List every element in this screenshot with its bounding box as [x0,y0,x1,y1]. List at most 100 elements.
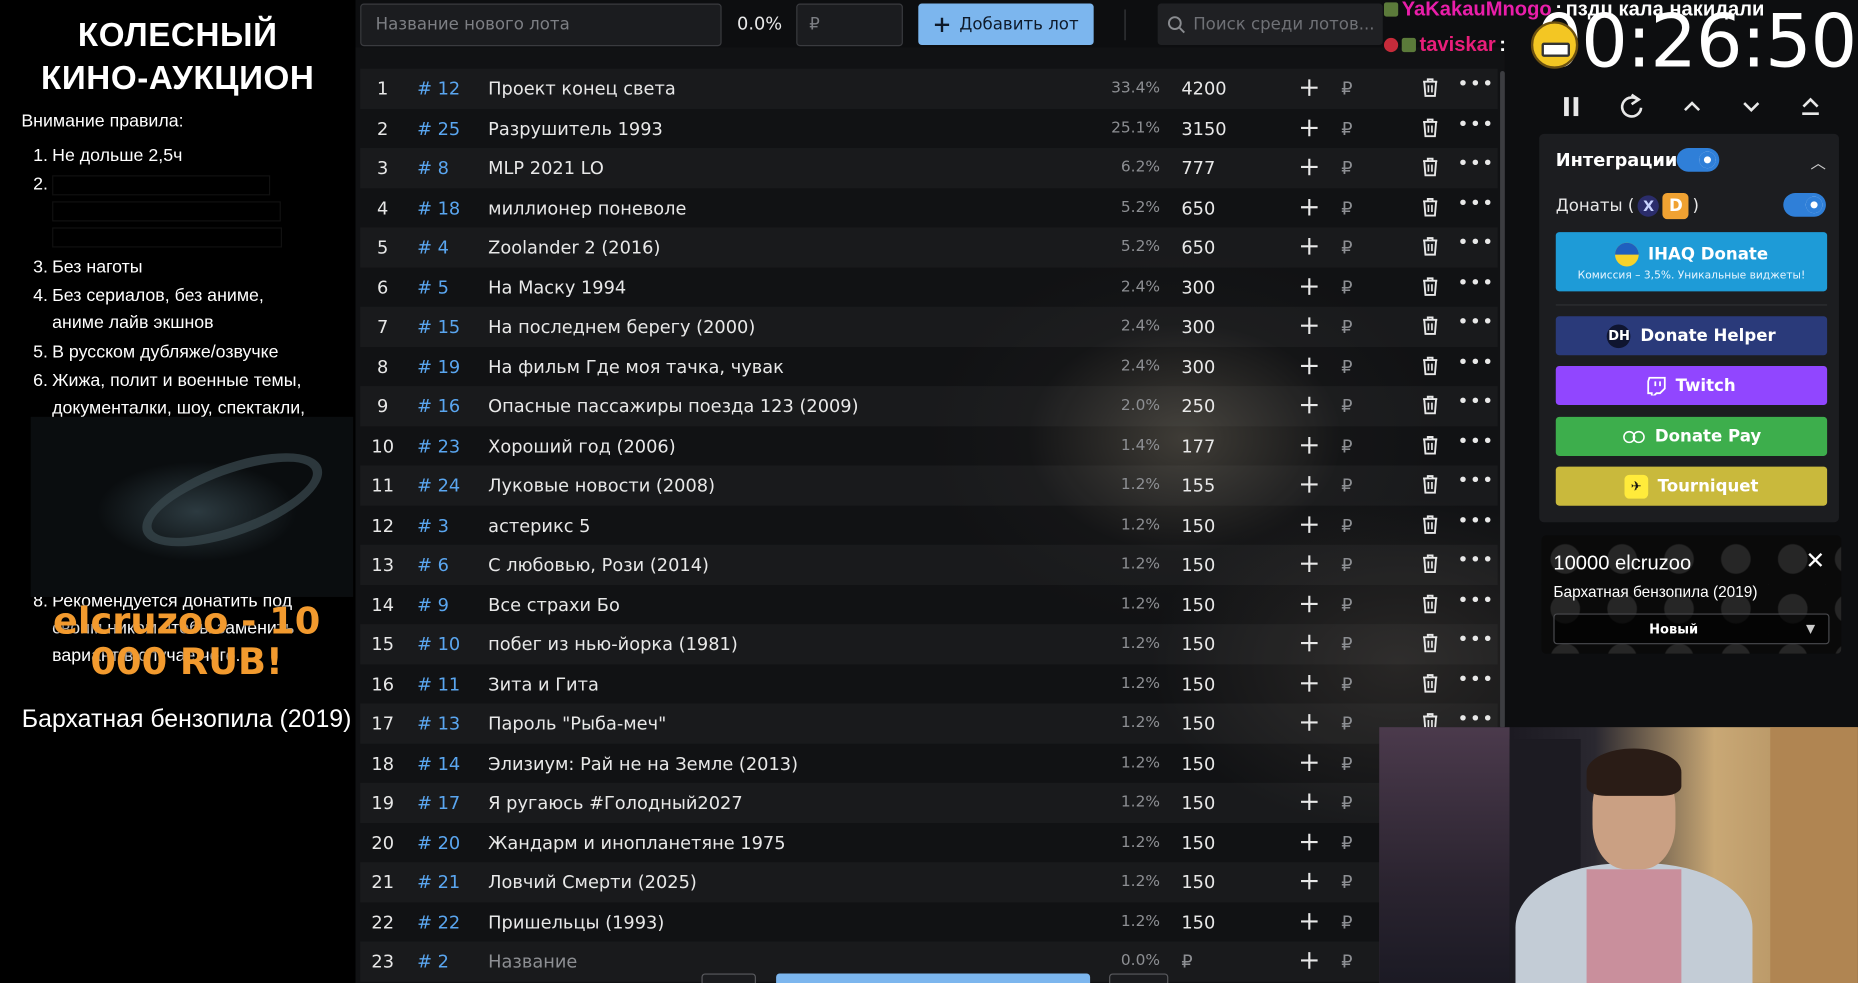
lot-id[interactable]: # 12 [417,78,460,99]
more-options-icon[interactable]: ••• [1457,590,1493,613]
more-options-icon[interactable]: ••• [1457,391,1493,415]
lot-name[interactable]: Пришельцы (1993) [488,911,664,932]
chevron-down-icon[interactable] [1735,90,1768,123]
bottom-button-main[interactable] [776,973,1091,983]
lot-name[interactable]: Жандарм и инопланетяне 1975 [488,832,785,853]
lot-name[interactable]: Все страхи Бо [488,594,620,615]
lot-amount[interactable]: 150 [1181,753,1215,774]
lot-id[interactable]: # 15 [417,316,460,337]
lot-amount[interactable]: 150 [1181,554,1215,575]
lot-amount[interactable]: 150 [1181,594,1215,615]
lot-amount[interactable]: 650 [1181,197,1215,218]
lot-amount[interactable]: 300 [1181,356,1215,377]
lot-amount[interactable]: 150 [1181,713,1215,734]
lot-name[interactable]: Ловчий Смерти (2025) [488,872,697,893]
more-options-icon[interactable]: ••• [1457,153,1493,177]
trash-icon[interactable] [1418,592,1442,616]
lot-name[interactable]: Пароль "Рыба-меч" [488,713,666,734]
search-input[interactable] [1193,14,1383,34]
trash-icon[interactable] [1418,195,1442,219]
lot-amount[interactable]: 650 [1181,237,1215,258]
plus-icon[interactable] [1296,908,1322,934]
lot-name[interactable]: Луковые новости (2008) [488,475,715,496]
plus-icon[interactable] [1296,233,1322,259]
plus-icon[interactable] [1296,75,1322,101]
chevron-up-icon[interactable] [1675,90,1708,123]
lot-name[interactable]: миллионер поневоле [488,197,686,218]
plus-icon[interactable] [1296,828,1322,854]
lot-name[interactable]: На Маску 1994 [488,277,626,298]
ihaq-donate-button[interactable]: IHAQ Donate Комиссия – 3,5%. Уникальные … [1555,232,1828,292]
plus-icon[interactable] [1296,273,1322,299]
trash-icon[interactable] [1418,115,1442,139]
lot-id[interactable]: # 2 [417,951,449,972]
trash-icon[interactable] [1418,274,1442,298]
add-lot-button[interactable]: Добавить лот [918,3,1094,46]
lot-name[interactable]: Разрушитель 1993 [488,118,663,139]
trash-icon[interactable] [1418,314,1442,338]
lot-amount[interactable]: 150 [1181,911,1215,932]
plus-icon[interactable] [1296,432,1322,458]
lot-amount[interactable]: 250 [1181,396,1215,417]
more-options-icon[interactable]: ••• [1457,312,1493,335]
plus-icon[interactable] [1296,789,1322,815]
integrations-toggle[interactable] [1676,148,1720,172]
lot-id[interactable]: # 3 [417,515,449,536]
search-box[interactable] [1157,3,1383,46]
lot-amount[interactable]: 155 [1181,475,1215,496]
lot-id[interactable]: # 24 [417,475,460,496]
lot-amount[interactable]: 150 [1181,673,1215,694]
lot-name[interactable]: Я ругаюсь #Голодный2027 [488,792,742,813]
trash-icon[interactable] [1418,76,1442,100]
more-options-icon[interactable]: ••• [1457,272,1493,296]
lot-amount[interactable]: 177 [1181,435,1215,456]
plus-icon[interactable] [1296,313,1322,339]
bottom-button-left[interactable] [701,973,756,983]
lot-amount[interactable]: 150 [1181,832,1215,853]
lot-id[interactable]: # 4 [417,237,449,258]
new-lot-name-input[interactable] [360,3,722,47]
more-options-icon[interactable]: ••• [1457,114,1493,137]
close-icon[interactable]: ✕ [1802,547,1828,573]
lot-id[interactable]: # 14 [417,753,460,774]
lot-id[interactable]: # 22 [417,911,460,932]
tourniquet-button[interactable]: ✈ Tourniquet [1555,466,1828,506]
more-options-icon[interactable]: ••• [1457,193,1493,216]
lot-name[interactable]: побег из нью-йорка (1981) [488,634,738,655]
lot-id[interactable]: # 25 [417,118,460,139]
pause-icon[interactable] [1555,90,1588,123]
reset-icon[interactable] [1615,90,1648,123]
lot-name[interactable]: Опасные пассажиры поезда 123 (2009) [488,396,858,417]
plus-icon[interactable] [1296,154,1322,180]
lot-amount[interactable]: 3150 [1181,118,1226,139]
trash-icon[interactable] [1418,155,1442,179]
lot-id[interactable]: # 10 [417,634,460,655]
lots-scrollbar[interactable] [1500,71,1505,729]
trash-icon[interactable] [1418,552,1442,576]
lot-amount[interactable]: 150 [1181,634,1215,655]
lot-id[interactable]: # 6 [417,554,449,575]
trash-icon[interactable] [1418,234,1442,258]
lot-amount[interactable]: 777 [1181,158,1215,179]
donate-pay-button[interactable]: Donate Pay [1555,416,1828,456]
more-options-icon[interactable]: ••• [1457,669,1493,692]
lot-amount[interactable]: 300 [1181,277,1215,298]
plus-icon[interactable] [1296,392,1322,418]
trash-icon[interactable] [1418,354,1442,378]
plus-icon[interactable] [1296,114,1322,140]
twitch-button[interactable]: Twitch [1555,365,1828,406]
double-chevron-up-icon[interactable] [1794,90,1827,123]
plus-icon[interactable] [1296,709,1322,735]
trash-icon[interactable] [1418,631,1442,655]
more-options-icon[interactable]: ••• [1457,233,1493,256]
trash-icon[interactable] [1418,393,1442,417]
lot-amount[interactable]: ₽ [1181,951,1192,972]
plus-icon[interactable] [1296,947,1322,973]
trash-icon[interactable] [1418,433,1442,457]
lot-id[interactable]: # 19 [417,356,460,377]
lot-amount[interactable]: 150 [1181,872,1215,893]
lot-id[interactable]: # 16 [417,396,460,417]
more-options-icon[interactable]: ••• [1457,74,1493,97]
lot-id[interactable]: # 23 [417,435,460,456]
bid-lot-select[interactable]: Новый ▼ [1553,613,1830,645]
